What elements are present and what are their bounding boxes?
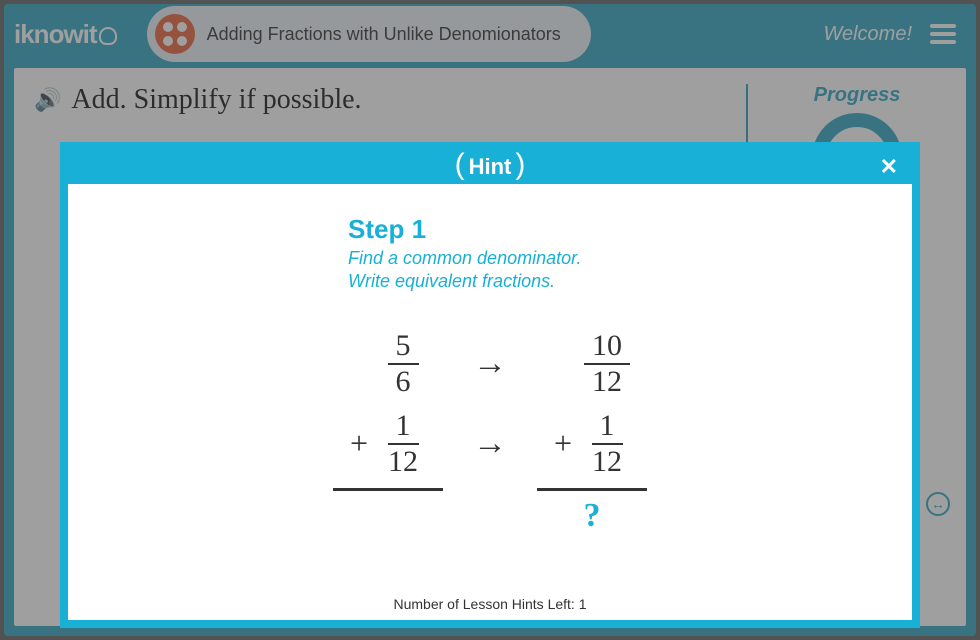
hint-header: ( Hint ) ✕ [68,150,912,184]
right-top-row: + 10 12 [554,324,630,404]
hint-instruction-line2: Write equivalent fractions. [348,271,555,291]
left-top-row: + 5 6 [357,324,418,404]
fraction-left-bottom: 1 12 [380,411,426,477]
fraction-left-top: 5 6 [388,331,419,397]
result-placeholder: ? [584,497,601,535]
hint-title: Hint [469,154,512,180]
paren-right: ) [515,148,525,182]
arrow-column: → → [473,324,507,535]
num: 1 [388,411,419,445]
paren-left: ( [455,148,465,182]
arrow-bottom: → [473,404,507,484]
den: 12 [584,445,630,477]
hint-modal: ( Hint ) ✕ Step 1 Find a common denomina… [60,142,920,628]
right-column: + 10 12 + 1 12 ? [537,324,647,535]
den: 12 [380,445,426,477]
num: 1 [592,411,623,445]
sum-line-left [333,488,443,491]
hints-left-label: Number of Lesson Hints Left: 1 [68,588,912,620]
plus-sign: + [554,425,572,462]
right-bottom-row: + 1 12 [554,404,630,484]
num: 10 [584,331,630,365]
hint-instruction: Find a common denominator. Write equival… [348,247,852,294]
close-icon[interactable]: ✕ [880,154,898,180]
num: 5 [388,331,419,365]
fraction-right-bottom: 1 12 [584,411,630,477]
sum-line-right [537,488,647,491]
arrow-icon: → [473,345,507,383]
den: 6 [388,365,419,397]
left-column: + 5 6 + 1 12 [333,324,443,535]
arrow-top: → [473,324,507,404]
hint-step-label: Step 1 [348,214,852,245]
hint-instruction-line1: Find a common denominator. [348,248,581,268]
left-bottom-row: + 1 12 [350,404,426,484]
hint-math: + 5 6 + 1 12 → → [128,324,852,535]
fraction-right-top: 10 12 [584,331,630,397]
plus-sign: + [350,425,368,462]
den: 12 [584,365,630,397]
hint-body: Step 1 Find a common denominator. Write … [68,184,912,588]
arrow-icon: → [473,425,507,463]
